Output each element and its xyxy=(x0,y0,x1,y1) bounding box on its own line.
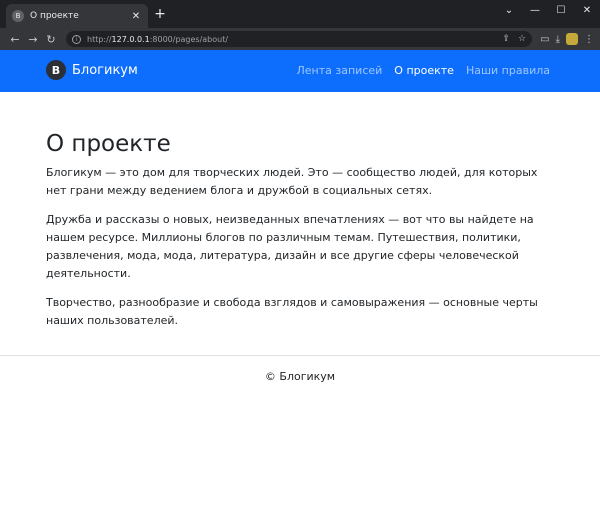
browser-toolbar: ← → ↻ i http://127.0.0.1:8000/pages/abou… xyxy=(0,28,600,50)
nav-link-about[interactable]: О проекте xyxy=(394,64,454,77)
address-bar[interactable]: i http://127.0.0.1:8000/pages/about/ ⇪ ☆ xyxy=(66,31,533,47)
download-icon[interactable]: ⤓ xyxy=(556,34,560,45)
reload-icon[interactable]: ↻ xyxy=(42,33,60,46)
site-info-icon[interactable]: i xyxy=(72,34,81,44)
extension-icon[interactable] xyxy=(566,33,578,45)
maximize-button[interactable]: ☐ xyxy=(548,0,574,20)
omnibox-actions: ⇪ ☆ xyxy=(503,34,527,44)
nav-links: Лента записей О проекте Наши правила xyxy=(297,64,550,77)
brand-link[interactable]: B Блогикум xyxy=(46,60,138,80)
minimize-button[interactable]: — xyxy=(522,0,548,20)
close-window-button[interactable]: ✕ xyxy=(574,0,600,20)
footer-divider xyxy=(0,355,600,356)
about-paragraph-3: Творчество, разнообразие и свобода взгля… xyxy=(46,296,538,327)
about-paragraph-1: Блогикум — это дом для творческих людей.… xyxy=(46,166,538,197)
sidepanel-icon[interactable]: ▭ xyxy=(540,34,549,45)
url-host: 127.0.0.1 xyxy=(111,34,150,44)
brand-name: Блогикум xyxy=(72,62,138,78)
url-text: http://127.0.0.1:8000/pages/about/ xyxy=(87,35,228,44)
site-navbar: B Блогикум Лента записей О проекте Наши … xyxy=(0,50,600,92)
footer-copyright: © Блогикум xyxy=(264,370,336,383)
tab-title: О проекте xyxy=(30,11,79,21)
nav-link-feed[interactable]: Лента записей xyxy=(297,64,383,77)
window-controls: ⌄ — ☐ ✕ xyxy=(496,0,600,28)
main-content: О проекте Блогикум — это дом для творчес… xyxy=(46,92,556,341)
browser-tab[interactable]: B О проекте ✕ xyxy=(6,4,148,28)
close-tab-icon[interactable]: ✕ xyxy=(130,11,142,22)
toolbar-actions: ▭ ⤓ ⋮ xyxy=(540,33,594,45)
menu-icon[interactable]: ⋮ xyxy=(584,34,594,45)
bookmark-star-icon[interactable]: ☆ xyxy=(518,34,526,44)
share-icon[interactable]: ⇪ xyxy=(503,34,511,44)
page-title: О проекте xyxy=(46,131,171,157)
url-path: :8000/pages/about/ xyxy=(149,34,229,44)
about-paragraph-2: Дружба и рассказы о новых, неизведанных … xyxy=(46,213,534,280)
browser-tabstrip: B О проекте ✕ + ⌄ — ☐ ✕ xyxy=(0,0,600,28)
nav-link-rules[interactable]: Наши правила xyxy=(466,64,550,77)
url-prefix: http:// xyxy=(87,34,112,44)
forward-icon[interactable]: → xyxy=(24,33,42,46)
back-icon[interactable]: ← xyxy=(6,33,24,46)
new-tab-button[interactable]: + xyxy=(152,6,168,22)
favicon-icon: B xyxy=(12,10,24,22)
tab-search-icon[interactable]: ⌄ xyxy=(496,0,522,20)
brand-logo-icon: B xyxy=(46,60,66,80)
